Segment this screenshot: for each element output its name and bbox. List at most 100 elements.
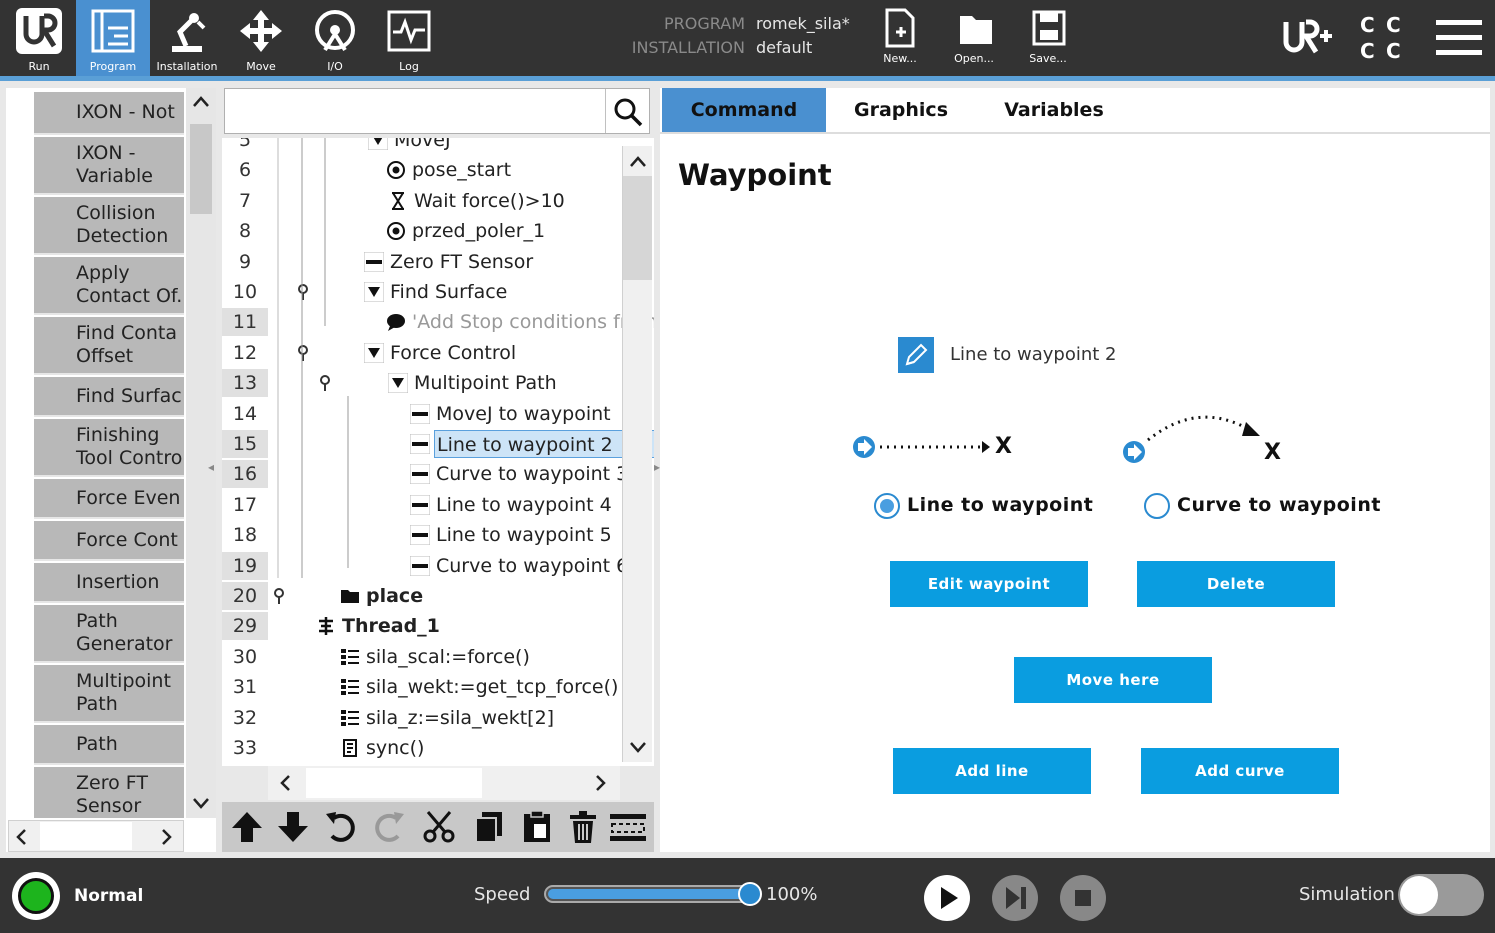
rename-button[interactable]	[898, 337, 934, 373]
simulation-toggle[interactable]	[1398, 874, 1484, 916]
tree-scroll-thumb[interactable]	[623, 176, 652, 280]
left-scroll-thumb[interactable]	[190, 124, 212, 214]
move-up-icon[interactable]	[230, 810, 264, 844]
dash-icon	[409, 463, 431, 485]
speed-slider-thumb[interactable]	[738, 882, 762, 906]
tree-hscroll-thumb[interactable]	[306, 768, 482, 798]
tree-node[interactable]: sila_scal:=force()	[366, 643, 530, 671]
left-hscroll-thumb[interactable]	[40, 822, 132, 850]
tree-node[interactable]: Force Control	[390, 339, 516, 367]
toolcomm-icon[interactable]: C C C C	[1360, 14, 1406, 62]
move-down-icon[interactable]	[276, 810, 310, 844]
tree-node[interactable]: MoveJ	[394, 138, 451, 154]
tree-node[interactable]: Multipoint Path	[414, 369, 557, 397]
ur-logo-icon	[16, 8, 62, 54]
tree-node[interactable]: sila_z:=sila_wekt[2]	[366, 704, 554, 732]
radio-curve-to-waypoint[interactable]	[1144, 493, 1170, 519]
tree-node[interactable]: Zero FT Sensor	[390, 248, 533, 276]
open-button[interactable]: Open...	[942, 0, 1006, 76]
scroll-down-icon[interactable]	[192, 796, 210, 810]
tree-node[interactable]: Line to waypoint 2	[434, 430, 654, 458]
copy-icon[interactable]	[472, 810, 506, 844]
node-insertion[interactable]: Insertion	[34, 563, 184, 603]
scroll-up-icon[interactable]	[192, 94, 210, 108]
tab-variables[interactable]: Variables	[976, 88, 1132, 132]
tree-node[interactable]: Curve to waypoint 6	[436, 552, 628, 580]
delete-icon[interactable]	[566, 810, 600, 844]
node-force-control[interactable]: Force Cont	[34, 521, 184, 561]
delete-button[interactable]: Delete	[1137, 561, 1335, 607]
program-icon	[91, 9, 135, 53]
node-apply-contact-offset[interactable]: Apply Contact Of.	[34, 257, 184, 315]
node-finishing-tool-control[interactable]: Finishing Tool Contro	[34, 419, 184, 477]
nav-program[interactable]: Program	[76, 0, 150, 76]
tree-node[interactable]: MoveJ to waypoint	[436, 400, 611, 428]
speed-slider[interactable]	[544, 885, 752, 903]
tree-node[interactable]: sila_wekt:=get_tcp_force()	[366, 673, 618, 701]
suppress-icon[interactable]	[610, 812, 646, 844]
nav-move[interactable]: Move	[224, 0, 298, 76]
waypoint-icon	[386, 221, 406, 241]
nav-io[interactable]: I/O	[298, 0, 372, 76]
tree-node[interactable]: Line to waypoint 5	[436, 521, 612, 549]
tree-scroll-right-icon[interactable]	[594, 774, 608, 792]
urplus-icon[interactable]	[1282, 18, 1334, 58]
node-find-surface[interactable]: Find Surfac	[34, 377, 184, 417]
new-button[interactable]: New...	[868, 0, 932, 76]
tree-scroll-down-icon[interactable]	[629, 740, 647, 754]
tree-horizontal-scrollbar[interactable]	[268, 766, 620, 800]
nav-installation[interactable]: Installation	[150, 0, 224, 76]
radio-line-to-waypoint[interactable]	[874, 493, 900, 519]
play-button[interactable]	[924, 875, 970, 921]
tree-search-input[interactable]	[229, 93, 601, 129]
nav-run[interactable]: Run	[2, 0, 76, 76]
node-collision-detection[interactable]: Collision Detection	[34, 197, 184, 255]
node-zero-ft-sensor[interactable]: Zero FT Sensor	[34, 767, 184, 818]
search-icon[interactable]	[613, 97, 643, 127]
radio-line-label[interactable]: Line to waypoint	[907, 494, 1093, 516]
node-path-generator[interactable]: Path Generator	[34, 605, 184, 663]
tree-node[interactable]: Find Surface	[390, 278, 507, 306]
paste-icon[interactable]	[520, 810, 554, 844]
radio-curve-label[interactable]: Curve to waypoint	[1177, 494, 1381, 516]
simulation-label: Simulation	[1299, 884, 1395, 905]
tree-search-bar[interactable]	[224, 88, 650, 134]
node-multipoint-path[interactable]: Multipoint Path	[34, 665, 184, 723]
tab-graphics[interactable]: Graphics	[826, 88, 976, 132]
node-path[interactable]: Path	[34, 725, 184, 765]
tree-vertical-scrollbar[interactable]	[622, 146, 652, 762]
node-force-event[interactable]: Force Even	[34, 479, 184, 519]
cut-icon[interactable]	[422, 810, 456, 844]
bottom-bar: Normal Speed 100% Simulation	[0, 858, 1495, 933]
add-line-button[interactable]: Add line	[893, 748, 1091, 794]
step-button[interactable]	[992, 875, 1038, 921]
edit-waypoint-button[interactable]: Edit waypoint	[890, 561, 1088, 607]
tree-scroll-left-icon[interactable]	[278, 774, 292, 792]
hamburger-menu-icon[interactable]	[1436, 18, 1482, 58]
scroll-right-icon[interactable]	[160, 828, 174, 846]
nav-log[interactable]: Log	[372, 0, 446, 76]
power-status-button[interactable]	[12, 872, 60, 920]
tree-node[interactable]: Wait force()>10	[414, 187, 565, 215]
tree-node[interactable]: pose_start	[412, 156, 511, 184]
node-ixon-notify[interactable]: IXON - Not	[34, 92, 184, 135]
line-number: 16	[222, 460, 268, 489]
undo-icon[interactable]	[324, 810, 358, 844]
tree-connector-lines	[277, 138, 349, 578]
add-curve-button[interactable]: Add curve	[1141, 748, 1339, 794]
top-bar-accent	[0, 76, 1495, 81]
node-ixon-variable[interactable]: IXON - Variable	[34, 137, 184, 195]
left-panel-collapse-handle[interactable]: ◂	[208, 460, 220, 480]
save-button[interactable]: Save...	[1016, 0, 1080, 76]
tree-node[interactable]: Curve to waypoint 3	[436, 460, 628, 488]
move-here-button[interactable]: Move here	[1014, 657, 1212, 703]
tree-node[interactable]: 'Add Stop conditions from t	[412, 308, 654, 336]
tree-node[interactable]: Line to waypoint 4	[436, 491, 612, 519]
redo-icon[interactable]	[372, 810, 406, 844]
stop-button[interactable]	[1060, 875, 1106, 921]
tab-command[interactable]: Command	[662, 88, 826, 132]
tree-node[interactable]: przed_poler_1	[412, 217, 545, 245]
scroll-left-icon[interactable]	[14, 828, 28, 846]
tree-scroll-up-icon[interactable]	[629, 154, 647, 168]
node-find-contact-offset[interactable]: Find Conta Offset	[34, 317, 184, 375]
